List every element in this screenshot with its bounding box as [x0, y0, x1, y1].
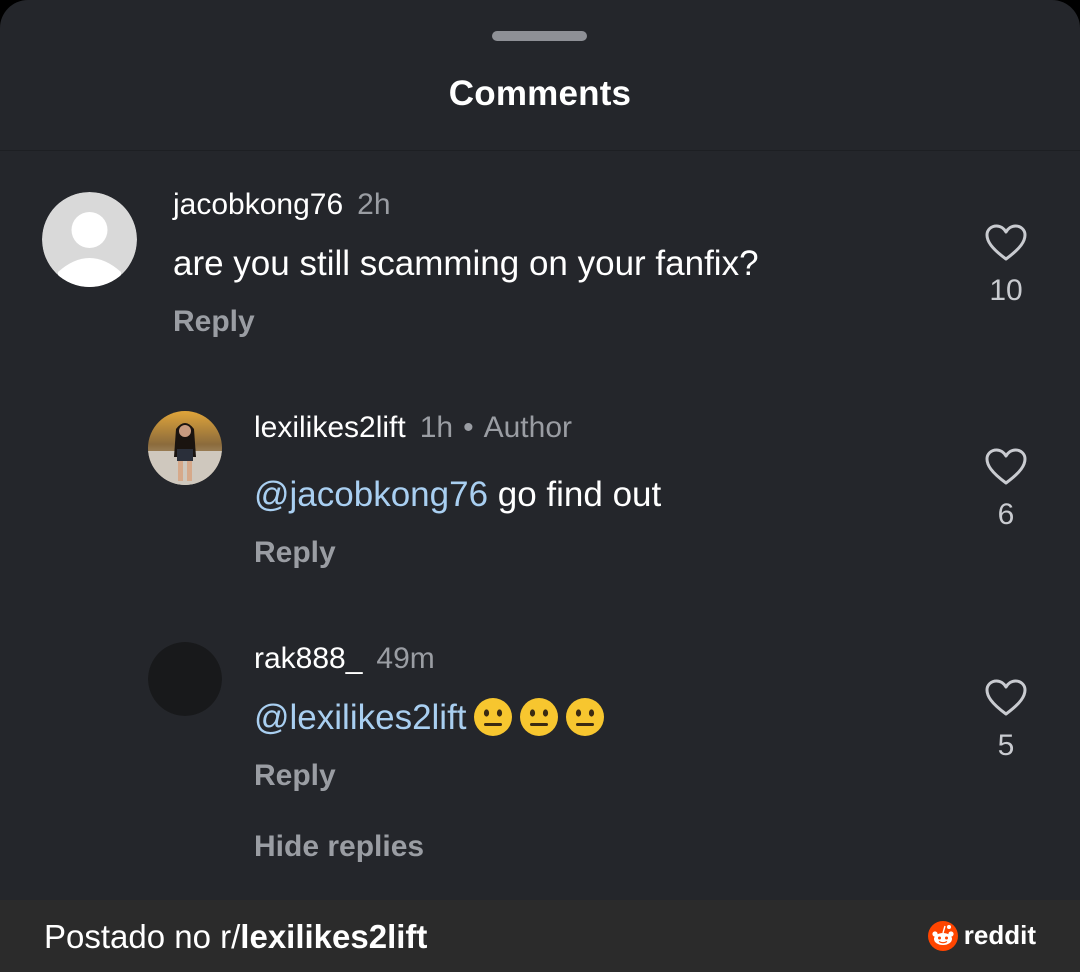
username[interactable]: rak888_ [254, 642, 362, 675]
comment-text: @lexilikes2lift [254, 697, 611, 740]
avatar[interactable] [148, 642, 222, 716]
heart-icon[interactable] [985, 224, 1027, 262]
default-avatar-icon [42, 192, 137, 287]
comment-header: rak888_ 49m [254, 642, 435, 676]
heart-icon[interactable] [985, 679, 1027, 717]
neutral-face-emoji [473, 697, 512, 736]
comments-sheet: Comments jacobkong76 2h are you still sca… [0, 0, 1080, 900]
reddit-logo: reddit [927, 920, 1036, 951]
sheet-title: Comments [448, 74, 632, 113]
like-count: 5 [997, 729, 1015, 762]
dark-avatar [148, 642, 222, 716]
author-badge: Author [483, 411, 572, 444]
footer-bar: Postado no r/lexilikes2lift reddit [0, 900, 1080, 972]
divider [0, 150, 1080, 151]
hide-replies-button[interactable]: Hide replies [254, 830, 424, 864]
username[interactable]: lexilikes2lift [254, 411, 406, 444]
reddit-snoo-icon [927, 920, 958, 951]
comment-header: jacobkong76 2h [173, 188, 391, 222]
subreddit-caption: Postado no r/lexilikes2lift [44, 918, 427, 956]
comment-header: lexilikes2lift 1h • Author [254, 411, 572, 445]
timestamp: 1h [419, 411, 454, 444]
comment-text: are you still scamming on your fanfix? [173, 244, 759, 283]
like-count: 6 [997, 498, 1015, 531]
like-control: 6 [966, 448, 1046, 532]
timestamp: 2h [357, 188, 391, 221]
emoji-row [473, 697, 611, 737]
like-control: 10 [966, 224, 1046, 308]
mention-link[interactable]: @lexilikes2lift [254, 698, 467, 737]
like-count: 10 [989, 274, 1023, 307]
avatar[interactable] [148, 411, 222, 485]
subreddit-name[interactable]: lexilikes2lift [240, 918, 427, 955]
separator-dot: • [463, 411, 474, 444]
reply-button[interactable]: Reply [254, 536, 336, 570]
comment-text: @jacobkong76 go find out [254, 475, 661, 515]
neutral-face-emoji [565, 697, 604, 736]
drag-handle[interactable] [492, 31, 587, 41]
username[interactable]: jacobkong76 [173, 188, 343, 221]
profile-photo [148, 411, 222, 485]
timestamp: 49m [376, 642, 435, 675]
comment-body: go find out [488, 475, 662, 514]
reply-button[interactable]: Reply [173, 305, 255, 339]
like-control: 5 [966, 679, 1046, 763]
neutral-face-emoji [519, 697, 558, 736]
reddit-wordmark: reddit [963, 920, 1036, 950]
avatar[interactable] [42, 192, 137, 287]
mention-link[interactable]: @jacobkong76 [254, 475, 488, 514]
reply-button[interactable]: Reply [254, 759, 336, 793]
caption-prefix: Postado no r/ [44, 918, 241, 955]
heart-icon[interactable] [985, 448, 1027, 486]
